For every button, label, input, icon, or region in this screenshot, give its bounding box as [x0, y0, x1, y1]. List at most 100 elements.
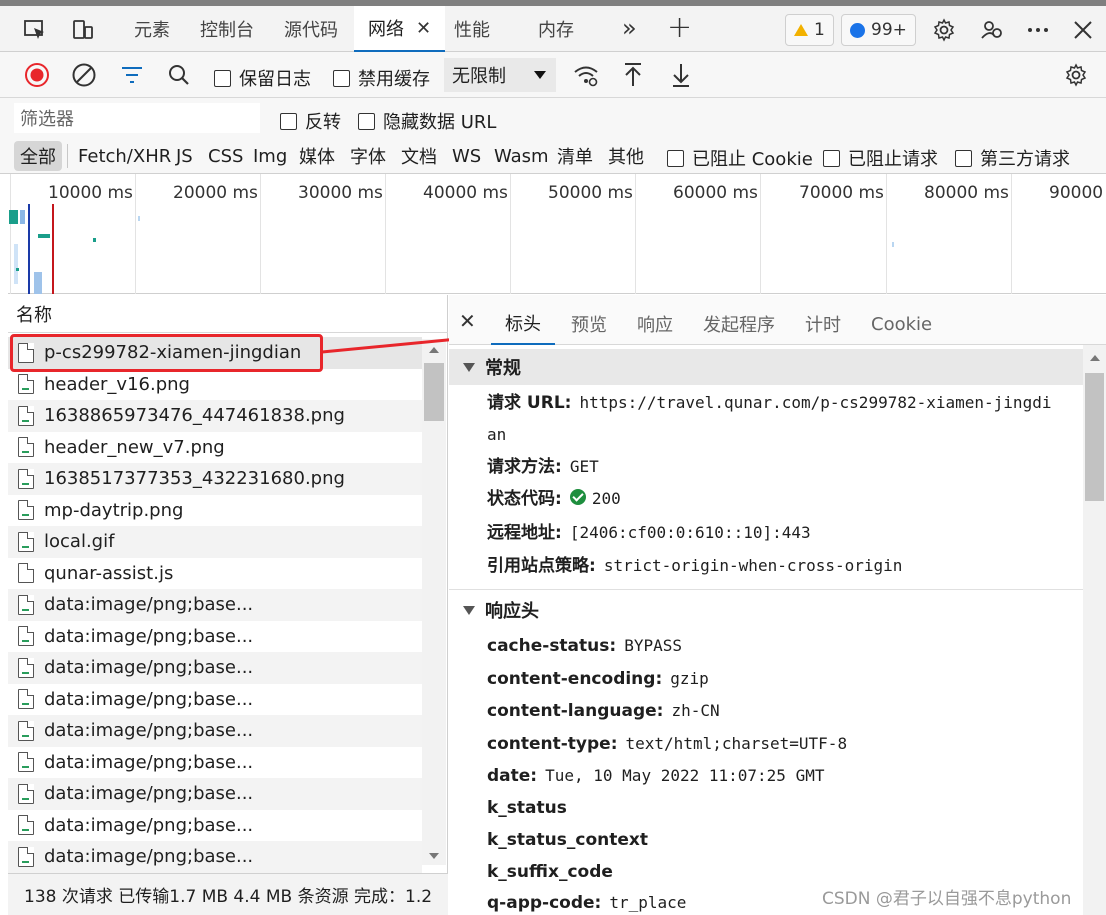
response-headers-section-header[interactable]: 响应头: [449, 592, 1083, 628]
type-filter-font[interactable]: 字体: [346, 141, 390, 171]
filter-input[interactable]: 筛选器: [14, 103, 260, 133]
highlight-annotation-box: [10, 334, 323, 372]
list-item[interactable]: data:image/png;base...: [8, 684, 422, 716]
type-filter-css[interactable]: CSS: [204, 141, 247, 171]
import-har-icon[interactable]: [618, 60, 648, 90]
type-filter-all[interactable]: 全部: [14, 141, 62, 171]
tab-initiator[interactable]: 发起程序: [689, 303, 789, 345]
list-item[interactable]: data:image/png;base...: [8, 589, 422, 621]
header-key: 引用站点策略:: [487, 556, 596, 576]
list-item[interactable]: header_v16.png: [8, 369, 422, 401]
type-filter-js[interactable]: JS: [172, 141, 197, 171]
image-file-icon: [18, 594, 34, 615]
gear-icon[interactable]: [929, 16, 959, 44]
scrollbar-thumb[interactable]: [424, 363, 444, 421]
network-overview-timeline[interactable]: 10000 ms 20000 ms 30000 ms 40000 ms 5000…: [8, 174, 1106, 294]
timeline-request-bar: [892, 242, 894, 247]
tab-console[interactable]: 控制台: [186, 6, 268, 52]
export-har-icon[interactable]: [666, 60, 696, 90]
type-filter-img[interactable]: Img: [249, 141, 291, 171]
customize-icon[interactable]: [977, 16, 1007, 44]
checkbox-label: 保留日志: [239, 69, 311, 90]
type-filter-other[interactable]: 其他: [604, 141, 648, 171]
tab-memory[interactable]: 内存: [524, 6, 588, 52]
list-item[interactable]: header_new_v7.png: [8, 432, 422, 464]
type-filter-media[interactable]: 媒体: [295, 141, 339, 171]
checkbox-label: 已阻止请求: [848, 149, 938, 170]
list-item[interactable]: data:image/png;base...: [8, 715, 422, 747]
filter-icon[interactable]: [117, 60, 147, 90]
resource-type-filter-bar: 全部 Fetch/XHR JS CSS Img 媒体 字体 文档 WS Wasm…: [0, 138, 1106, 174]
list-item[interactable]: 1638517377353_432231680.png: [8, 463, 422, 495]
watermark: CSDN @君子以自强不息python: [822, 889, 1072, 909]
close-tab-icon[interactable]: ✕: [416, 18, 431, 39]
third-party-checkbox[interactable]: 第三方请求: [955, 145, 1070, 171]
header-key: cache-status:: [487, 636, 617, 656]
list-item[interactable]: data:image/png;base...: [8, 841, 422, 873]
invert-checkbox[interactable]: 反转: [280, 108, 341, 134]
message-icon: [850, 22, 865, 38]
type-filter-fetch-xhr[interactable]: Fetch/XHR: [74, 141, 175, 171]
checkbox-label: 隐藏数据 URL: [383, 112, 497, 133]
more-options-icon[interactable]: [1023, 16, 1053, 44]
disable-cache-checkbox[interactable]: 禁用缓存: [333, 65, 430, 91]
add-tab-icon[interactable]: +: [667, 10, 692, 45]
list-item[interactable]: data:image/png;base...: [8, 810, 422, 842]
record-icon[interactable]: [22, 60, 52, 90]
list-item[interactable]: data:image/png;base...: [8, 747, 422, 779]
tab-network[interactable]: 网络 ✕: [354, 6, 446, 52]
list-item[interactable]: data:image/png;base...: [8, 652, 422, 684]
chevron-down-icon: [534, 71, 546, 79]
tab-label: 内存: [538, 20, 574, 41]
tab-sources[interactable]: 源代码: [270, 6, 352, 52]
type-filter-manifest[interactable]: 清单: [553, 141, 597, 171]
warnings-badge[interactable]: 1: [785, 14, 834, 46]
close-devtools-icon[interactable]: [1068, 16, 1098, 44]
tab-headers[interactable]: 标头: [491, 303, 555, 345]
list-item[interactable]: data:image/png;base...: [8, 778, 422, 810]
search-icon[interactable]: [164, 60, 194, 90]
list-item[interactable]: mp-daytrip.png: [8, 495, 422, 527]
tab-elements[interactable]: 元素: [120, 6, 184, 52]
hide-data-urls-checkbox[interactable]: 隐藏数据 URL: [358, 108, 496, 134]
list-item[interactable]: data:image/png;base...: [8, 621, 422, 653]
network-conditions-icon[interactable]: [571, 60, 601, 90]
general-section-header[interactable]: 常规: [449, 349, 1083, 385]
tab-response[interactable]: 响应: [623, 303, 687, 345]
tab-performance[interactable]: 性能: [440, 6, 504, 52]
image-file-icon: [18, 437, 34, 458]
preserve-log-checkbox[interactable]: 保留日志: [214, 65, 311, 91]
tab-cookies[interactable]: Cookie: [857, 303, 946, 345]
timeline-request-bar: [138, 216, 140, 221]
scroll-down-icon[interactable]: [429, 853, 439, 859]
throttling-select[interactable]: 无限制: [444, 58, 556, 92]
type-filter-doc[interactable]: 文档: [397, 141, 441, 171]
close-details-icon[interactable]: ✕: [459, 309, 476, 333]
messages-badge[interactable]: 99+: [841, 14, 916, 46]
network-settings-gear-icon[interactable]: [1061, 60, 1091, 90]
tab-label: 控制台: [200, 20, 254, 41]
timeline-gridline: [1011, 174, 1012, 294]
list-item[interactable]: qunar-assist.js: [8, 558, 422, 590]
timeline-gridline: [135, 174, 136, 294]
scroll-up-icon[interactable]: [1090, 355, 1100, 361]
timeline-tick-label: 90000: [1049, 183, 1104, 203]
list-item[interactable]: 1638865973476_447461838.png: [8, 400, 422, 432]
header-key: k_status: [487, 798, 567, 818]
clear-icon[interactable]: [69, 60, 99, 90]
blocked-cookies-checkbox[interactable]: 已阻止 Cookie: [667, 145, 813, 171]
timeline-tick-label: 30000 ms: [298, 183, 383, 203]
scrollbar-thumb[interactable]: [1085, 373, 1104, 501]
more-tabs-icon[interactable]: »: [622, 14, 637, 42]
blocked-requests-checkbox[interactable]: 已阻止请求: [823, 145, 938, 171]
inspect-element-icon[interactable]: [20, 16, 50, 44]
list-item[interactable]: local.gif: [8, 526, 422, 558]
checkbox-label: 第三方请求: [980, 149, 1070, 170]
type-filter-ws[interactable]: WS: [448, 141, 485, 171]
response-header-row: k_status_context: [487, 824, 1077, 856]
checkbox-box: [358, 112, 375, 130]
tab-timing[interactable]: 计时: [791, 303, 855, 345]
type-filter-wasm[interactable]: Wasm: [490, 141, 553, 171]
tab-preview[interactable]: 预览: [557, 303, 621, 345]
device-emulation-icon[interactable]: [68, 16, 98, 44]
